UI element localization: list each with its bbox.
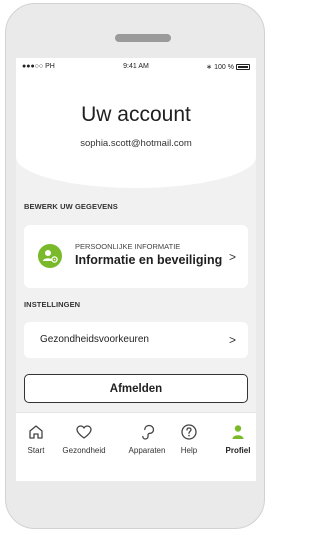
- phone-frame: ●●●○○ PH 9:41 AM ∗ 100 % Uw account soph…: [5, 3, 265, 529]
- battery-status: ∗ 100 %: [206, 63, 250, 71]
- battery-icon: [236, 64, 250, 70]
- tab-label: Gezondheid: [62, 446, 106, 455]
- account-email: sophia.scott@hotmail.com: [80, 138, 192, 149]
- health-preferences-label: Gezondheidsvoorkeuren: [40, 334, 149, 345]
- battery-percent: 100 %: [214, 63, 234, 71]
- tab-help[interactable]: Help: [174, 423, 204, 473]
- personal-info-overline: PERSOONLIJKE INFORMATIE: [75, 242, 181, 251]
- tab-gezondheid[interactable]: Gezondheid: [50, 423, 118, 473]
- section-heading-profile: BEWERK UW GEGEVENS: [24, 202, 118, 211]
- app-screen: ●●●○○ PH 9:41 AM ∗ 100 % Uw account soph…: [16, 58, 256, 481]
- tab-label: Profiel: [225, 446, 251, 455]
- tab-label: Help: [180, 446, 198, 455]
- logout-button[interactable]: Afmelden: [24, 374, 248, 403]
- hearing-aid-icon: [142, 424, 155, 440]
- tab-start[interactable]: Start: [20, 423, 52, 473]
- page-title: Uw account: [81, 103, 191, 126]
- health-preferences-item[interactable]: Gezondheidsvoorkeuren >: [24, 322, 248, 358]
- help-icon: [181, 424, 197, 440]
- speaker-grille: [115, 34, 171, 42]
- home-icon: [29, 425, 43, 439]
- personal-info-card[interactable]: PERSOONLIJKE INFORMATIE Informatie en be…: [24, 225, 248, 288]
- tab-label: Apparaten: [128, 446, 166, 455]
- tab-label: Start: [27, 446, 45, 455]
- tab-apparaten[interactable]: Apparaten: [124, 423, 170, 473]
- personal-info-title: Informatie en beveiliging: [75, 253, 223, 267]
- user-gear-icon: [38, 244, 62, 268]
- tab-bar: Start Gezondheid Apparaten Help Profiel: [16, 412, 256, 481]
- chevron-right-icon: >: [228, 250, 236, 264]
- person-icon: [232, 425, 244, 439]
- tab-profiel[interactable]: Profiel: [222, 423, 254, 473]
- heart-icon: [76, 425, 92, 439]
- section-heading-settings: INSTELLINGEN: [24, 300, 81, 309]
- bluetooth-icon: ∗: [206, 64, 213, 71]
- status-bar: ●●●○○ PH 9:41 AM ∗ 100 %: [16, 58, 256, 76]
- chevron-right-icon: >: [228, 333, 236, 347]
